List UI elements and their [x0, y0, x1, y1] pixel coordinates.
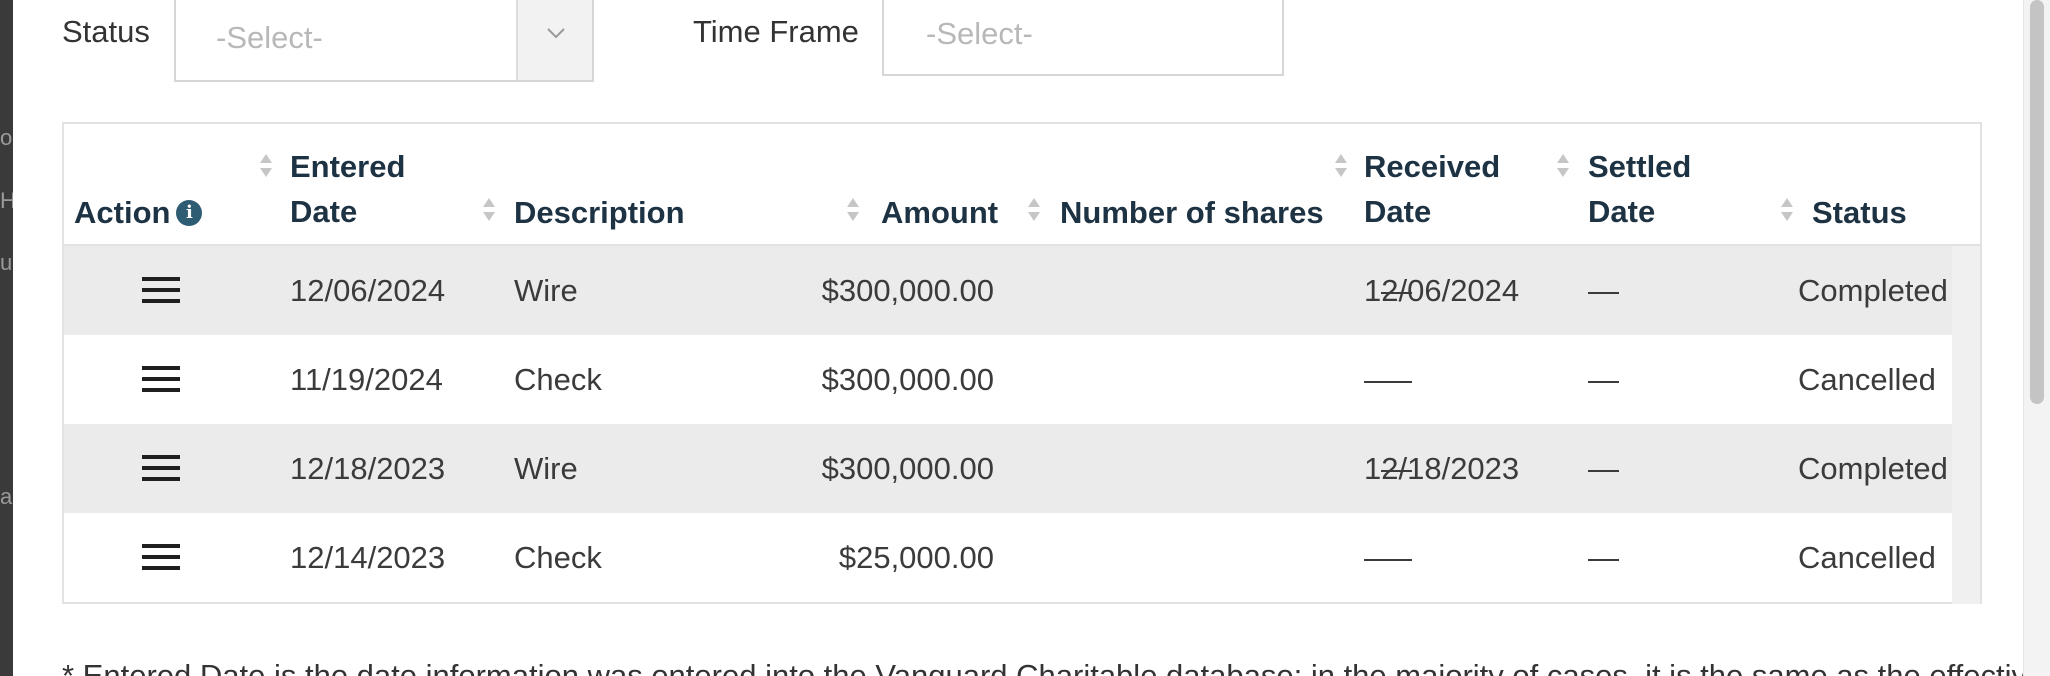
chevron-down-icon — [547, 28, 565, 39]
cell-entered-date: 12/06/2024 — [290, 273, 446, 308]
cell-status: Cancelled — [1798, 540, 1936, 575]
footnote: * Entered Date is the date information w… — [62, 658, 2050, 676]
cell-received-date: — — [1364, 362, 1395, 397]
timeframe-select-placeholder: -Select- — [926, 16, 1033, 51]
header-received-date-line2: Date — [1364, 194, 1432, 229]
cell-description: Check — [514, 362, 602, 397]
page-scrollbar[interactable] — [2023, 0, 2050, 676]
info-icon[interactable]: i — [176, 199, 203, 226]
cell-amount: $300,000.00 — [821, 273, 994, 308]
transactions-table: Actioni Entered Date Description Amount — [62, 122, 1982, 604]
header-received-date-line1: Received — [1364, 149, 1501, 184]
table-row: 12/06/2024 Wire $300,000.00 — 12/06/2024… — [64, 246, 1952, 335]
status-select[interactable]: -Select- — [174, 0, 594, 82]
page-scrollbar-thumb[interactable] — [2030, 0, 2044, 404]
header-action-label: Action — [74, 195, 171, 230]
cell-status: Completed — [1798, 273, 1948, 308]
timeframe-filter-label: Time Frame — [693, 14, 859, 49]
header-entered-date[interactable]: Entered Date — [290, 144, 405, 234]
sort-icon-received-date[interactable] — [1334, 152, 1348, 180]
table-header: Actioni Entered Date Description Amount — [64, 124, 1980, 246]
cell-amount: $300,000.00 — [821, 451, 994, 486]
menu-icon[interactable] — [142, 544, 180, 572]
cell-settled-date: — — [1588, 273, 1619, 308]
cell-description: Wire — [514, 451, 578, 486]
sort-icon-entered-date[interactable] — [259, 152, 273, 180]
header-settled-date[interactable]: Settled Date — [1588, 144, 1691, 234]
header-received-date[interactable]: Received Date — [1364, 144, 1500, 234]
sort-icon-description[interactable] — [482, 196, 496, 224]
sort-icon-settled-date[interactable] — [1556, 152, 1570, 180]
header-description[interactable]: Description — [514, 190, 685, 235]
sort-icon-shares[interactable] — [1027, 196, 1041, 224]
header-amount[interactable]: Amount — [881, 190, 998, 235]
status-select-placeholder: -Select- — [216, 20, 323, 55]
cell-amount: $25,000.00 — [838, 540, 994, 575]
status-filter-label: Status — [62, 14, 150, 49]
header-entered-date-line2: Date — [290, 194, 358, 229]
cell-entered-date: 12/18/2023 — [290, 451, 446, 486]
cell-amount: $300,000.00 — [821, 362, 994, 397]
menu-icon[interactable] — [142, 366, 180, 394]
cell-entered-date: 12/14/2023 — [290, 540, 446, 575]
header-status[interactable]: Status — [1812, 190, 1907, 235]
cell-received-date: 12/06/2024 — [1364, 273, 1520, 308]
header-number-of-shares[interactable]: Number of shares — [1060, 190, 1324, 235]
timeframe-select[interactable]: -Select- — [882, 0, 1284, 76]
page: or H ul a Status -Select- Time Frame -Se… — [0, 0, 2050, 676]
status-select-dropdown-button[interactable] — [516, 0, 592, 80]
header-entered-date-line1: Entered — [290, 149, 406, 184]
sort-icon-status[interactable] — [1780, 196, 1794, 224]
header-action: Action i — [74, 190, 203, 235]
table-scrollbar[interactable] — [1952, 246, 1980, 604]
cell-received-date: — — [1364, 540, 1395, 575]
header-settled-date-line2: Date — [1588, 194, 1656, 229]
cell-description: Check — [514, 540, 602, 575]
sort-icon-amount[interactable] — [846, 196, 860, 224]
cell-settled-date: — — [1588, 362, 1619, 397]
cell-received-date: 12/18/2023 — [1364, 451, 1520, 486]
cell-entered-date: 11/19/2024 — [290, 362, 443, 397]
header-settled-date-line1: Settled — [1588, 149, 1692, 184]
menu-icon[interactable] — [142, 277, 180, 305]
table-row: 12/18/2023 Wire $300,000.00 — 12/18/2023… — [64, 424, 1952, 513]
cell-status: Completed — [1798, 451, 1948, 486]
menu-icon[interactable] — [142, 455, 180, 483]
cell-settled-date: — — [1588, 451, 1619, 486]
cell-description: Wire — [514, 273, 578, 308]
cell-status: Cancelled — [1798, 362, 1936, 397]
background-window-edge: or H ul a — [0, 0, 13, 676]
table-row: 11/19/2024 Check $300,000.00 — — — Cance… — [64, 335, 1952, 424]
table-row: 12/14/2023 Check $25,000.00 — — — Cancel… — [64, 513, 1952, 602]
cell-settled-date: — — [1588, 540, 1619, 575]
